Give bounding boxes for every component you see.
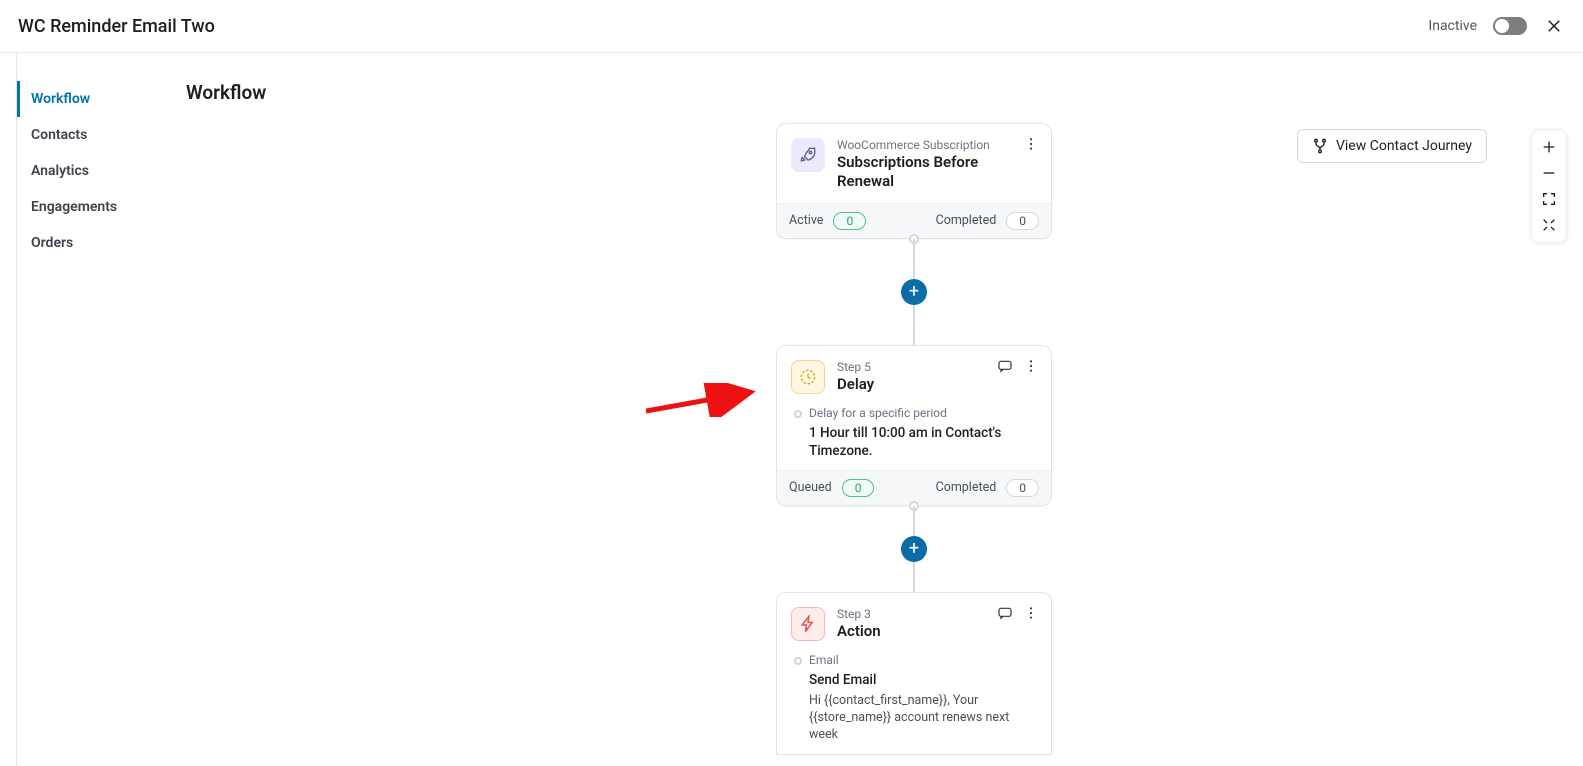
bolt-icon	[791, 607, 825, 641]
trigger-stats: Active 0 Completed 0	[777, 203, 1051, 238]
add-step-button[interactable]: +	[901, 279, 927, 305]
action-sub-category: Email	[809, 653, 1037, 667]
sidebar-item-engagements[interactable]: Engagements	[17, 189, 186, 225]
delay-stats: Queued 0 Completed 0	[777, 470, 1051, 505]
connector: +	[776, 506, 1052, 592]
trigger-category: WooCommerce Subscription	[837, 138, 1037, 152]
trigger-title: Subscriptions Before Renewal	[837, 153, 1037, 191]
status-toggle[interactable]	[1493, 17, 1527, 35]
action-sub-desc: Hi {{contact_first_name}}, Your {{store_…	[809, 693, 1037, 744]
completed-label: Completed	[936, 480, 997, 495]
app-header: WC Reminder Email Two Inactive	[0, 0, 1583, 53]
timeline-dot	[794, 657, 802, 665]
header-actions: Inactive	[1428, 15, 1565, 37]
delay-title: Delay	[837, 375, 1037, 394]
timeline-dot	[794, 410, 802, 418]
queued-count[interactable]: 0	[842, 479, 875, 497]
trigger-node[interactable]: WooCommerce Subscription Subscriptions B…	[776, 123, 1052, 239]
sidebar: Workflow Contacts Analytics Engagements …	[16, 53, 186, 766]
active-label: Active	[789, 213, 823, 228]
sidebar-item-workflow[interactable]: Workflow	[17, 81, 186, 117]
rocket-icon	[791, 138, 825, 172]
completed-count[interactable]: 0	[1006, 212, 1039, 230]
comment-icon[interactable]	[997, 605, 1013, 621]
action-sub-title: Send Email	[809, 671, 1037, 689]
more-icon[interactable]	[1023, 605, 1039, 621]
add-step-button[interactable]: +	[901, 536, 927, 562]
close-button[interactable]	[1543, 15, 1565, 37]
workflow-canvas[interactable]: WooCommerce Subscription Subscriptions B…	[186, 53, 1583, 766]
action-title: Action	[837, 622, 1037, 641]
comment-icon[interactable]	[997, 358, 1013, 374]
sidebar-item-orders[interactable]: Orders	[17, 225, 186, 261]
delay-sub-category: Delay for a specific period	[809, 406, 1037, 420]
active-count[interactable]: 0	[833, 212, 866, 230]
clock-icon	[791, 360, 825, 394]
completed-label: Completed	[936, 213, 997, 228]
queued-label: Queued	[789, 480, 832, 495]
delay-sub-title: 1 Hour till 10:00 am in Contact's Timezo…	[809, 424, 1037, 460]
close-icon	[1545, 17, 1563, 35]
connector: +	[776, 239, 1052, 345]
completed-count[interactable]: 0	[1006, 479, 1039, 497]
more-icon[interactable]	[1023, 136, 1039, 152]
content-area: Workflow Contacts Analytics Engagements …	[0, 53, 1583, 766]
status-label: Inactive	[1428, 18, 1477, 34]
sidebar-item-analytics[interactable]: Analytics	[17, 153, 186, 189]
workflow-flow: WooCommerce Subscription Subscriptions B…	[776, 123, 1052, 755]
page-title: WC Reminder Email Two	[18, 16, 215, 37]
delay-node[interactable]: Step 5 Delay Delay for a specific pe	[776, 345, 1052, 506]
main-panel: Workflow View Contact Journey	[186, 53, 1583, 766]
action-node[interactable]: Step 3 Action Email	[776, 592, 1052, 755]
more-icon[interactable]	[1023, 358, 1039, 374]
sidebar-item-contacts[interactable]: Contacts	[17, 117, 186, 153]
